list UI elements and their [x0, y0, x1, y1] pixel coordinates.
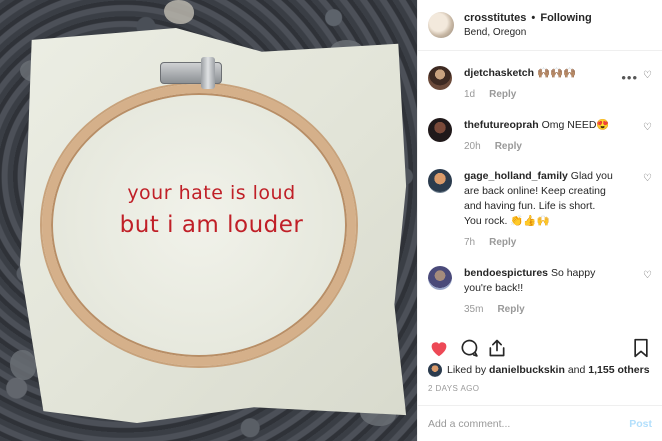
comment-item: bendoespictures So happy you're back!! 3…	[418, 266, 662, 317]
pebble	[10, 350, 36, 380]
post-button[interactable]: Post	[629, 418, 652, 430]
author-info: crosstitutes • Following Bend, Oregon	[464, 12, 592, 38]
commenter-username[interactable]: djetchasketch	[464, 67, 534, 79]
comment-item: djetchasketch 🙌🏽🙌🏽🙌🏽 1d Reply ••• ♡	[418, 66, 662, 102]
comments-list[interactable]: djetchasketch 🙌🏽🙌🏽🙌🏽 1d Reply ••• ♡ thefu…	[418, 51, 662, 327]
author-avatar[interactable]	[428, 12, 454, 38]
comment-age[interactable]: 35m	[464, 304, 483, 315]
commenter-avatar[interactable]	[428, 66, 452, 90]
author-line: crosstitutes • Following	[464, 12, 592, 24]
pebble	[164, 0, 194, 24]
comment-age[interactable]: 20h	[464, 141, 481, 152]
post-location[interactable]: Bend, Oregon	[464, 27, 592, 38]
comment-body: gage_holland_family Glad you are back on…	[464, 169, 614, 250]
action-bar	[428, 337, 652, 359]
comment-age[interactable]: 1d	[464, 89, 475, 100]
comment-heart-icon[interactable]: ♡	[643, 122, 652, 133]
post-timestamp[interactable]: 2 DAYS AGO	[428, 384, 479, 393]
commenter-username[interactable]: thefutureoprah	[464, 119, 539, 131]
author-username[interactable]: crosstitutes	[464, 12, 526, 24]
reply-button[interactable]: Reply	[489, 237, 516, 248]
comment-body: bendoespictures So happy you're back!! 3…	[464, 266, 614, 317]
share-icon[interactable]	[486, 337, 508, 359]
liked-by-label: Liked by	[447, 364, 487, 376]
post-header: crosstitutes • Following Bend, Oregon	[418, 0, 662, 51]
comment-body: djetchasketch 🙌🏽🙌🏽🙌🏽 1d Reply	[464, 66, 614, 102]
comment-item: gage_holland_family Glad you are back on…	[418, 169, 662, 250]
comment-body: thefutureoprah Omg NEED😍 20h Reply	[464, 118, 614, 154]
comment-meta: 35m Reply	[464, 302, 614, 317]
reply-button[interactable]: Reply	[495, 141, 522, 152]
comment-meta: 1d Reply	[464, 87, 614, 102]
likes-connector: and	[567, 364, 586, 376]
heart-icon[interactable]	[428, 337, 450, 359]
post-sidebar: crosstitutes • Following Bend, Oregon dj…	[417, 0, 662, 441]
comment-input[interactable]	[428, 417, 630, 430]
comment-text: 🙌🏽🙌🏽🙌🏽	[536, 67, 577, 79]
comment-heart-icon[interactable]: ♡	[643, 270, 652, 281]
likes-summary: Liked by danielbuckskin and 1,155 others	[428, 363, 654, 377]
comment-item: thefutureoprah Omg NEED😍 20h Reply ♡	[418, 118, 662, 154]
commenter-username[interactable]: bendoespictures	[464, 267, 548, 279]
comment-heart-icon[interactable]: ♡	[643, 173, 652, 184]
separator-dot: •	[531, 12, 536, 24]
commenter-username[interactable]: gage_holland_family	[464, 170, 568, 182]
liker-username[interactable]: danielbuckskin	[489, 364, 565, 376]
more-icon[interactable]: •••	[621, 70, 638, 85]
comment-icon[interactable]	[458, 337, 480, 359]
following-button[interactable]: Following	[540, 12, 591, 24]
hoop-clasp	[160, 57, 222, 89]
comment-meta: 7h Reply	[464, 235, 614, 250]
comment-age[interactable]: 7h	[464, 237, 475, 248]
add-comment-bar: Post	[418, 405, 662, 441]
commenter-avatar[interactable]	[428, 169, 452, 193]
reply-button[interactable]: Reply	[497, 304, 524, 315]
comment-meta: 20h Reply	[464, 139, 614, 154]
commenter-avatar[interactable]	[428, 266, 452, 290]
comment-heart-icon[interactable]: ♡	[643, 70, 652, 81]
embroidered-text-line2: but i am louder	[119, 212, 304, 238]
comment-text: Omg NEED😍	[541, 119, 610, 131]
reply-button[interactable]: Reply	[489, 89, 516, 100]
bookmark-icon[interactable]	[630, 337, 652, 359]
liker-avatar[interactable]	[428, 363, 442, 377]
commenter-avatar[interactable]	[428, 118, 452, 142]
likes-count[interactable]: 1,155 others	[588, 364, 649, 376]
post-photo[interactable]: your hate is loud but i am louder	[0, 0, 417, 441]
embroidered-text-line1: your hate is loud	[127, 182, 296, 204]
